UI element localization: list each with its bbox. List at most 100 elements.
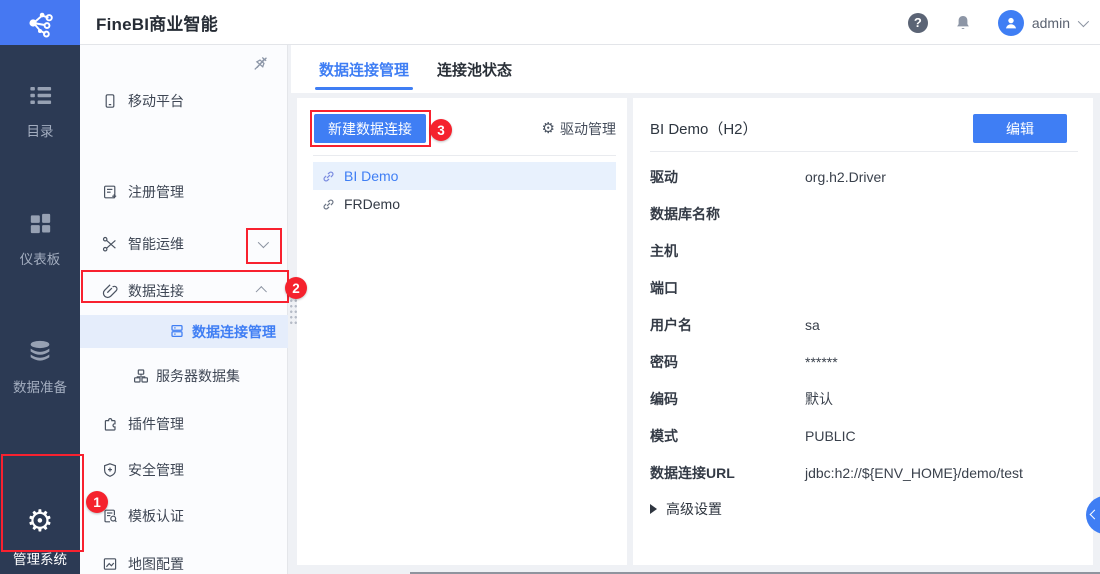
sidebar-item-label: 目录 [26, 124, 54, 139]
finebi-logo[interactable] [0, 0, 80, 45]
sidebar-item-manage-system[interactable]: ⚙ 管理系统 [0, 507, 80, 568]
menu-item-label: 移动平台 [128, 93, 184, 109]
sidebar-item-label: 仪表板 [19, 252, 61, 267]
chevron-down-icon [1077, 15, 1090, 27]
menu-item-label: 数据连接管理 [192, 323, 276, 340]
annotation-step-2-badge: 2 [285, 277, 307, 299]
bell-icon[interactable] [954, 14, 972, 32]
template-cert-icon [102, 508, 118, 524]
field-label: 主机 [650, 242, 678, 259]
connection-manage-icon [169, 323, 185, 339]
field-value: PUBLIC [805, 427, 856, 444]
field-label: 模式 [650, 427, 678, 444]
finebi-app: FineBI商业智能 ? admin 目录 仪表板 数据准备 ⚙ 管理系统 移动… [0, 0, 1100, 574]
field-row-host: 主机 [650, 232, 1078, 269]
gear-icon: ⚙ [541, 119, 555, 137]
field-row-username: 用户名 sa [650, 306, 1078, 343]
menu-item-data-connection-manage[interactable]: 数据连接管理 [80, 315, 288, 348]
link-chain-icon [321, 197, 336, 212]
primary-sidebar: 目录 仪表板 数据准备 ⚙ 管理系统 [0, 45, 80, 574]
link-chain-icon [321, 169, 336, 184]
help-icon[interactable]: ? [907, 12, 928, 33]
connection-item-frdemo[interactable]: FRDemo [313, 190, 616, 218]
tab-data-connection-manage[interactable]: 数据连接管理 [315, 45, 414, 93]
security-shield-icon [102, 462, 118, 478]
map-config-icon [102, 556, 118, 572]
chevron-down-icon[interactable] [257, 236, 270, 249]
username-label: admin [1031, 14, 1070, 31]
field-value: sa [805, 316, 820, 333]
field-row-schema: 模式 PUBLIC [650, 417, 1078, 454]
field-label: 数据连接URL [650, 464, 735, 481]
unpin-icon[interactable] [252, 55, 269, 72]
catalog-list-icon [0, 82, 80, 109]
topbar-actions: ? admin [907, 0, 1090, 45]
sidebar-item-dashboard[interactable]: 仪表板 [0, 210, 80, 268]
field-label: 数据库名称 [650, 205, 720, 222]
menu-item-data-connection[interactable]: 数据连接 [80, 273, 288, 309]
tabbar: 数据连接管理 连接池状态 [291, 45, 1100, 93]
annotation-step-1-badge: 1 [86, 491, 108, 513]
field-label: 驱动 [650, 168, 678, 185]
connection-name: FRDemo [344, 196, 401, 212]
chevron-up-icon[interactable] [255, 286, 267, 298]
detail-header: BI Demo（H2） 编辑 [650, 114, 1078, 143]
connection-item-bidemo[interactable]: BI Demo [313, 162, 616, 190]
new-connection-button[interactable]: 新建数据连接 [314, 114, 426, 143]
register-doc-icon [102, 184, 118, 200]
menu-item-register-manage[interactable]: 注册管理 [80, 174, 288, 210]
sidebar-item-label: 管理系统 [13, 552, 67, 567]
menu-item-label: 安全管理 [128, 462, 184, 478]
menu-item-security-manage[interactable]: 安全管理 [80, 452, 288, 488]
divider [650, 151, 1078, 152]
menu-item-label: 模板认证 [128, 508, 184, 524]
field-rows: 驱动 org.h2.Driver 数据库名称 主机 端口 用户名 sa 密码 *… [650, 158, 1078, 491]
connection-name: BI Demo [344, 168, 399, 184]
paperclip-icon [102, 283, 118, 299]
sidebar-resize-handle[interactable] [289, 298, 298, 326]
menu-item-plugin-manage[interactable]: 插件管理 [80, 406, 288, 442]
sidebar-item-catalog[interactable]: 目录 [0, 82, 80, 140]
field-row-database-name: 数据库名称 [650, 195, 1078, 232]
ops-scissors-icon [102, 236, 118, 252]
menu-item-server-dataset[interactable]: 服务器数据集 [80, 358, 288, 394]
menu-item-map-config[interactable]: 地图配置 [80, 546, 288, 574]
logo-network-icon [23, 6, 57, 40]
driver-manage-label: 驱动管理 [560, 120, 616, 137]
database-icon [0, 337, 80, 365]
driver-manage-button[interactable]: ⚙ 驱动管理 [542, 114, 616, 143]
server-dataset-icon [133, 368, 149, 384]
edit-button[interactable]: 编辑 [973, 114, 1067, 143]
menu-item-mobile-platform[interactable]: 移动平台 [80, 83, 288, 119]
menu-item-intelligent-ops[interactable]: 智能运维 [80, 226, 288, 262]
advanced-settings-toggle[interactable]: 高级设置 [650, 499, 722, 519]
tab-connection-pool-status[interactable]: 连接池状态 [433, 45, 516, 93]
menu-item-label: 智能运维 [128, 236, 184, 252]
field-label: 端口 [650, 279, 678, 296]
field-row-encoding: 编码 默认 [650, 380, 1078, 417]
sidebar-item-label: 数据准备 [13, 380, 67, 395]
page-title: FineBI商业智能 [96, 15, 218, 34]
field-label: 密码 [650, 353, 678, 370]
menu-item-template-cert[interactable]: 模板认证 [80, 498, 288, 534]
field-label: 用户名 [650, 316, 692, 333]
plugin-puzzle-icon [102, 416, 118, 432]
menu-item-label: 插件管理 [128, 416, 184, 432]
menu-item-label: 注册管理 [128, 184, 184, 200]
user-menu[interactable]: admin [997, 9, 1090, 36]
field-value: 默认 [805, 390, 833, 407]
triangle-right-icon [650, 504, 657, 514]
menu-item-label: 数据连接 [128, 283, 184, 299]
field-row-connection-url: 数据连接URL jdbc:h2://${ENV_HOME}/demo/test [650, 454, 1078, 491]
menu-item-label: 地图配置 [128, 556, 184, 572]
field-row-driver: 驱动 org.h2.Driver [650, 158, 1078, 195]
chevron-left-icon [1089, 509, 1100, 520]
window-bottom-edge [410, 572, 1100, 574]
topbar: FineBI商业智能 ? admin [0, 0, 1100, 45]
advanced-settings-label: 高级设置 [666, 501, 722, 517]
field-value: ****** [805, 353, 838, 370]
sidebar-item-data-prep[interactable]: 数据准备 [0, 337, 80, 396]
field-label: 编码 [650, 390, 678, 407]
user-avatar-icon [997, 9, 1024, 36]
connection-title: BI Demo（H2） [650, 121, 758, 138]
